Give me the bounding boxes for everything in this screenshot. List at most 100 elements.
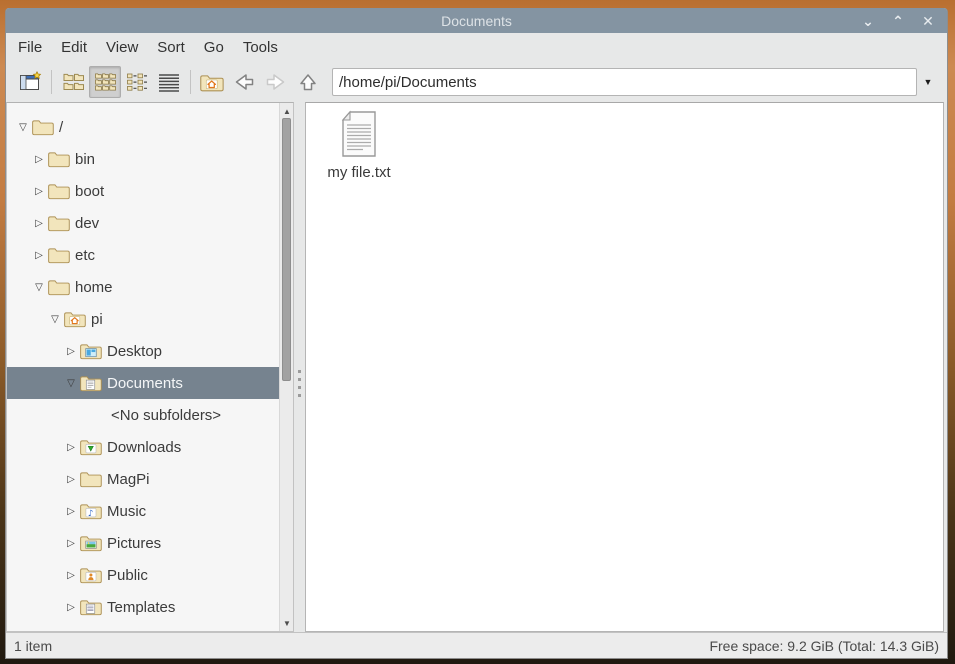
collapse-arrow-icon[interactable]: ▽ bbox=[47, 314, 63, 325]
folder-icon bbox=[31, 117, 55, 137]
content-area: ▽ / ▷ bin ▷ boot ▷ dev ▷ etc ▽ home ▽ pi ▷ Desktop ▽ Docu… bbox=[6, 102, 947, 632]
sidebar-item-bin[interactable]: ▷ bin bbox=[7, 143, 279, 175]
folder-music-icon: ♪ bbox=[79, 501, 103, 521]
sidebar-item-etc[interactable]: ▷ etc bbox=[7, 239, 279, 271]
sidebar-item-desktop[interactable]: ▷ Desktop bbox=[7, 335, 279, 367]
sidebar-scrollbar[interactable]: ▲ ▼ bbox=[279, 103, 293, 631]
sidebar-item-dev[interactable]: ▷ dev bbox=[7, 207, 279, 239]
file-list-panel[interactable]: my file.txt bbox=[305, 102, 944, 632]
folder-desktop-icon bbox=[79, 341, 103, 361]
directory-tree: ▽ / ▷ bin ▷ boot ▷ dev ▷ etc ▽ home ▽ pi ▷ Desktop ▽ Docu… bbox=[7, 103, 279, 632]
titlebar[interactable]: Documents ⌄ ⌃ ✕ bbox=[6, 8, 947, 33]
sidebar-item-documents[interactable]: ▽ Documents bbox=[7, 367, 279, 399]
scroll-down-icon[interactable]: ▼ bbox=[280, 617, 293, 629]
window-controls: ⌄ ⌃ ✕ bbox=[861, 8, 935, 33]
sidebar-item-label: MagPi bbox=[107, 470, 150, 488]
sidebar-item-label: pi bbox=[91, 310, 103, 328]
folder-downloads-icon bbox=[79, 437, 103, 457]
sidebar-item-label: <No subfolders> bbox=[111, 406, 222, 424]
maximize-button[interactable]: ⌃ bbox=[891, 14, 905, 28]
menubar: File Edit View Sort Go Tools bbox=[6, 33, 947, 62]
scrollbar-thumb[interactable] bbox=[282, 118, 291, 381]
sidebar-item-public[interactable]: ▷ Public bbox=[7, 559, 279, 591]
menu-tools[interactable]: Tools bbox=[243, 39, 278, 56]
thumbnail-view-button[interactable] bbox=[89, 66, 121, 98]
svg-text:♪: ♪ bbox=[88, 509, 94, 519]
folder-videos-icon bbox=[79, 629, 103, 631]
sidebar-item-label: home bbox=[75, 278, 113, 296]
sidebar-item-pi[interactable]: ▽ pi bbox=[7, 303, 279, 335]
sidebar-item-no-subfolders[interactable]: <No subfolders> bbox=[7, 399, 279, 431]
sidebar-item-label: Videos bbox=[107, 631, 153, 632]
sidebar-item-home[interactable]: ▽ home bbox=[7, 271, 279, 303]
expand-arrow-icon[interactable]: ▷ bbox=[31, 218, 47, 229]
expand-arrow-icon[interactable]: ▷ bbox=[63, 442, 79, 453]
up-arrow-icon bbox=[300, 74, 316, 91]
path-dropdown-button[interactable]: ▼ bbox=[917, 68, 939, 96]
back-arrow-icon bbox=[235, 74, 254, 90]
sidebar-item-downloads[interactable]: ▷ Downloads bbox=[7, 431, 279, 463]
minimize-button[interactable]: ⌄ bbox=[861, 14, 875, 28]
menu-edit[interactable]: Edit bbox=[61, 39, 87, 56]
sidebar: ▽ / ▷ bin ▷ boot ▷ dev ▷ etc ▽ home ▽ pi ▷ Desktop ▽ Docu… bbox=[6, 102, 294, 632]
splitter-handle-dot bbox=[298, 394, 301, 397]
expand-arrow-icon[interactable]: ▷ bbox=[31, 186, 47, 197]
folder-documents-icon bbox=[79, 373, 103, 393]
expand-arrow-icon[interactable]: ▷ bbox=[31, 250, 47, 261]
text-file-icon bbox=[339, 109, 379, 159]
forward-button[interactable] bbox=[260, 66, 292, 98]
expand-arrow-icon[interactable]: ▷ bbox=[63, 538, 79, 549]
sidebar-item-root[interactable]: ▽ / bbox=[7, 111, 279, 143]
folder-icon bbox=[47, 213, 71, 233]
icon-view-icon bbox=[63, 73, 84, 90]
window-title: Documents bbox=[441, 12, 512, 29]
icon-view-button[interactable] bbox=[57, 66, 89, 98]
sidebar-item-label: Pictures bbox=[107, 534, 162, 552]
splitter-handle-dot bbox=[298, 386, 301, 389]
expand-arrow-icon[interactable]: ▷ bbox=[31, 154, 47, 165]
detailed-list-view-icon bbox=[159, 74, 179, 92]
expand-arrow-icon[interactable]: ▷ bbox=[63, 506, 79, 517]
collapse-arrow-icon[interactable]: ▽ bbox=[63, 378, 79, 389]
scroll-up-icon[interactable]: ▲ bbox=[280, 105, 293, 117]
sidebar-item-videos[interactable]: ▷Videos bbox=[7, 623, 279, 632]
expand-arrow-icon[interactable]: ▷ bbox=[63, 602, 79, 613]
collapse-arrow-icon[interactable]: ▽ bbox=[31, 282, 47, 293]
toolbar-separator bbox=[190, 70, 191, 94]
free-space-info: Free space: 9.2 GiB (Total: 14.3 GiB) bbox=[709, 637, 939, 654]
folder-icon bbox=[47, 149, 71, 169]
home-button[interactable] bbox=[196, 66, 228, 98]
sidebar-item-boot[interactable]: ▷ boot bbox=[7, 175, 279, 207]
file-item[interactable]: my file.txt bbox=[316, 109, 402, 181]
pane-splitter[interactable] bbox=[294, 102, 305, 632]
sidebar-item-templates[interactable]: ▷ Templates bbox=[7, 591, 279, 623]
menu-view[interactable]: View bbox=[106, 39, 138, 56]
close-button[interactable]: ✕ bbox=[921, 14, 935, 28]
sidebar-item-pictures[interactable]: ▷ Pictures bbox=[7, 527, 279, 559]
expand-arrow-icon[interactable]: ▷ bbox=[63, 570, 79, 581]
expand-arrow-icon[interactable]: ▷ bbox=[63, 474, 79, 485]
home-folder-icon bbox=[200, 74, 224, 91]
chevron-down-icon: ▼ bbox=[923, 77, 933, 87]
detailed-list-view-button[interactable] bbox=[153, 66, 185, 98]
expand-arrow-icon[interactable]: ▷ bbox=[63, 346, 79, 357]
compact-view-button[interactable] bbox=[121, 66, 153, 98]
collapse-arrow-icon[interactable]: ▽ bbox=[15, 122, 31, 133]
menu-file[interactable]: File bbox=[18, 39, 42, 56]
sidebar-item-magpi[interactable]: ▷ MagPi bbox=[7, 463, 279, 495]
sidebar-item-label: Templates bbox=[107, 598, 176, 616]
back-button[interactable] bbox=[228, 66, 260, 98]
toolbar-separator bbox=[51, 70, 52, 94]
menu-sort[interactable]: Sort bbox=[157, 39, 185, 56]
new-tab-icon bbox=[20, 71, 42, 90]
sidebar-item-label: etc bbox=[75, 246, 96, 264]
forward-arrow-icon bbox=[266, 74, 285, 90]
sidebar-item-label: Music bbox=[107, 502, 147, 520]
sidebar-item-label: Public bbox=[107, 566, 148, 584]
menu-go[interactable]: Go bbox=[204, 39, 224, 56]
folder-icon bbox=[47, 245, 71, 265]
up-button[interactable] bbox=[292, 66, 324, 98]
new-tab-button[interactable] bbox=[14, 66, 46, 98]
path-input[interactable] bbox=[332, 68, 917, 96]
sidebar-item-music[interactable]: ▷ ♪ Music bbox=[7, 495, 279, 527]
